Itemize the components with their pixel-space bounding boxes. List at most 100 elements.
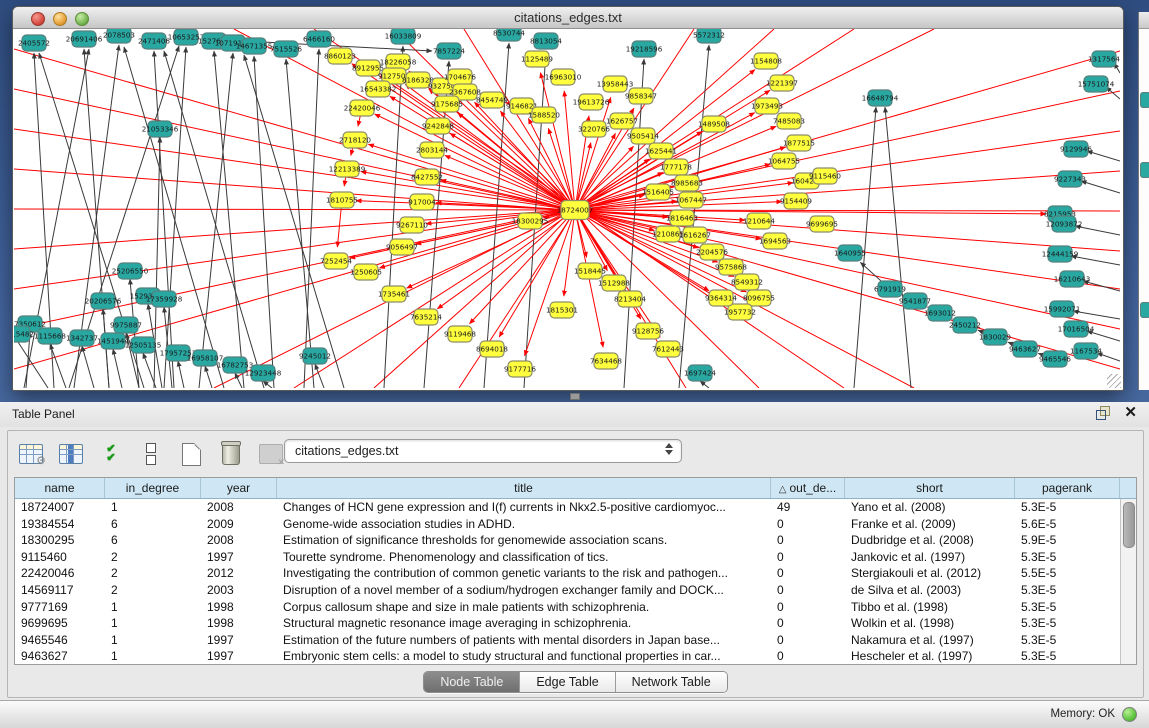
table-cell[interactable]: 0 <box>771 565 845 582</box>
table-cell[interactable]: Structural magnetic resonance image aver… <box>277 615 771 632</box>
table-row[interactable]: 1872400712008Changes of HCN gene express… <box>15 499 1121 516</box>
table-row[interactable]: 1938455462009Genome-wide association stu… <box>15 516 1121 533</box>
graph-node[interactable]: 9364314 <box>705 290 737 306</box>
graph-node[interactable]: 7857224 <box>433 43 465 59</box>
graph-node[interactable]: 6466160 <box>303 31 335 47</box>
graph-node[interactable]: 1250605 <box>350 264 382 280</box>
table-selector-dropdown[interactable]: citations_edges.txt <box>284 439 682 463</box>
graph-node[interactable]: 1625441 <box>645 143 677 159</box>
table-cell[interactable]: 5.3E-5 <box>1015 599 1120 616</box>
table-cell[interactable]: 9463627 <box>15 648 105 664</box>
table-cell[interactable]: 1 <box>105 615 201 632</box>
table-cell[interactable]: 2 <box>105 565 201 582</box>
table-cell[interactable]: 9115460 <box>15 549 105 566</box>
table-cell[interactable]: 5.3E-5 <box>1015 632 1120 649</box>
graph-node[interactable]: 1640955 <box>834 245 866 261</box>
graph-node[interactable]: 8549312 <box>731 274 763 290</box>
graph-node[interactable]: 1694563 <box>759 233 791 249</box>
table-cell[interactable]: Changes of HCN gene expression and I(f) … <box>277 499 771 516</box>
table-cell[interactable]: Tibbo et al. (1998) <box>845 599 1015 616</box>
table-row[interactable]: 946554611997Estimation of the future num… <box>15 632 1121 649</box>
graph-node[interactable]: 9463627 <box>1009 341 1041 357</box>
graph-node[interactable]: 1816463 <box>666 210 698 226</box>
graph-node[interactable]: 9128756 <box>632 323 664 339</box>
graph-node[interactable]: 8860123 <box>324 48 356 64</box>
graph-node[interactable]: 6791919 <box>874 281 906 297</box>
column-header-out-de-[interactable]: △out_de... <box>771 478 845 498</box>
table-cell[interactable]: 0 <box>771 516 845 533</box>
graph-node[interactable]: 1489508 <box>698 116 730 132</box>
float-panel-icon[interactable] <box>1096 406 1110 420</box>
table-row[interactable]: 946362711997Embryonic stem cells: a mode… <box>15 648 1121 664</box>
graph-node[interactable]: 22420046 <box>344 100 381 116</box>
graph-node[interactable]: 9175685 <box>431 96 463 112</box>
table-cell[interactable]: de Silva et al. (2003) <box>845 582 1015 599</box>
column-header-short[interactable]: short <box>845 478 1015 498</box>
graph-node[interactable]: 19613726 <box>573 94 610 110</box>
graph-node[interactable]: 9245012 <box>299 348 331 364</box>
table-cell[interactable]: 9699695 <box>15 615 105 632</box>
graph-node[interactable]: 1588520 <box>528 107 560 123</box>
table-cell[interactable]: 2012 <box>201 565 277 582</box>
table-cell[interactable]: 5.3E-5 <box>1015 499 1120 516</box>
graph-node[interactable]: 1973493 <box>751 98 783 114</box>
graph-node[interactable]: 1154808 <box>750 53 782 69</box>
graph-node[interactable]: 1221397 <box>766 75 798 91</box>
column-header-title[interactable]: title <box>277 478 771 498</box>
graph-node[interactable]: 8213404 <box>614 291 646 307</box>
graph-node[interactable]: 1512988 <box>598 275 630 291</box>
column-header-year[interactable]: year <box>201 478 277 498</box>
graph-node[interactable]: 2078503 <box>103 29 135 43</box>
close-panel-icon[interactable]: ✕ <box>1124 406 1137 420</box>
graph-node[interactable]: 2204576 <box>696 244 728 260</box>
panel-splitter[interactable] <box>0 388 1149 402</box>
graph-node[interactable]: 1704676 <box>444 69 476 85</box>
table-row[interactable]: 1830029562008Estimation of significance … <box>15 532 1121 549</box>
table-cell[interactable]: 5.3E-5 <box>1015 582 1120 599</box>
delete-rows-icon[interactable] <box>216 439 246 469</box>
table-cell[interactable]: 18300295 <box>15 532 105 549</box>
network-canvas[interactable]: 1872400788601238912955182260589127508165… <box>14 29 1120 388</box>
graph-node[interactable]: 1125489 <box>521 51 553 67</box>
table-cell[interactable]: 14569117 <box>15 582 105 599</box>
graph-node[interactable]: 9119468 <box>444 326 476 342</box>
graph-node[interactable]: 19218596 <box>626 41 663 57</box>
graph-node[interactable]: 8427552 <box>411 169 443 185</box>
graph-node[interactable]: 1167534 <box>1070 343 1102 359</box>
table-cell[interactable]: Estimation of significance thresholds fo… <box>277 532 771 549</box>
table-row[interactable]: 1456911722003Disruption of a novel membe… <box>15 582 1121 599</box>
graph-node[interactable]: 16033809 <box>385 29 422 44</box>
table-cell[interactable]: 49 <box>771 499 845 516</box>
graph-node[interactable]: 9575868 <box>715 259 747 275</box>
table-cell[interactable]: Embryonic stem cells: a model to study s… <box>277 648 771 664</box>
table-row[interactable]: 977716911998Corpus callosum shape and si… <box>15 599 1121 616</box>
table-cell[interactable]: 2 <box>105 582 201 599</box>
table-cell[interactable]: 1997 <box>201 632 277 649</box>
graph-node[interactable]: 917004 <box>408 194 436 210</box>
graph-node[interactable]: 7635214 <box>410 309 442 325</box>
graph-node[interactable]: 1317564 <box>1088 51 1120 67</box>
graph-node[interactable]: 9242848 <box>422 118 454 134</box>
table-cell[interactable]: 0 <box>771 549 845 566</box>
table-cell[interactable]: 5.5E-5 <box>1015 565 1120 582</box>
graph-node[interactable]: 7612443 <box>652 341 684 357</box>
graph-node[interactable]: 9267110 <box>396 217 428 233</box>
unselect-all-icon[interactable] <box>136 439 166 469</box>
table-cell[interactable]: Franke et al. (2009) <box>845 516 1015 533</box>
graph-node[interactable]: 1616267 <box>679 227 711 243</box>
table-options-icon[interactable]: ⚙ <box>16 439 46 469</box>
table-vertical-scrollbar[interactable] <box>1120 499 1136 664</box>
table-cell[interactable]: 1997 <box>201 648 277 664</box>
graph-node[interactable]: 2405572 <box>18 35 50 51</box>
graph-node[interactable]: 2803144 <box>416 142 448 158</box>
graph-node[interactable]: 8813054 <box>530 33 562 49</box>
table-cell[interactable]: Wolkin et al. (1998) <box>845 615 1015 632</box>
table-cell[interactable]: 1 <box>105 499 201 516</box>
scrollbar-thumb[interactable] <box>1123 502 1135 548</box>
graph-node[interactable]: 1067447 <box>675 192 707 208</box>
graph-node[interactable]: 1877515 <box>783 135 815 151</box>
table-row[interactable]: 911546021997Tourette syndrome. Phenomeno… <box>15 549 1121 566</box>
graph-node[interactable]: 2450212 <box>949 317 981 333</box>
table-cell[interactable]: 2009 <box>201 516 277 533</box>
graph-node[interactable]: 1830029 <box>979 329 1011 345</box>
